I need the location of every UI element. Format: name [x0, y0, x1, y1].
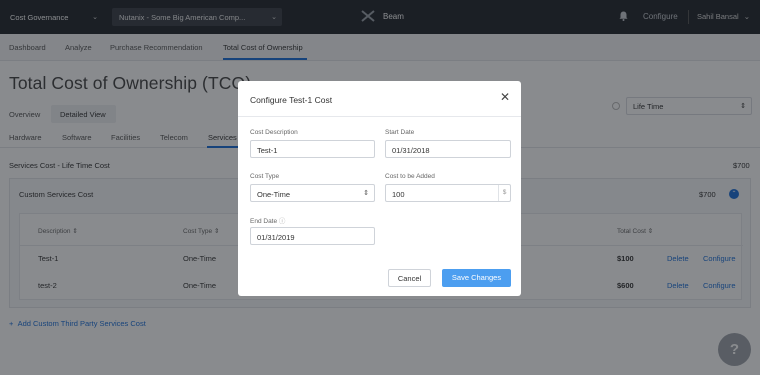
- start-date-label: Start Date: [385, 129, 415, 136]
- cost-description-input[interactable]: Test-1: [250, 140, 375, 158]
- cost-to-add-input[interactable]: 100 $: [385, 184, 511, 202]
- close-icon[interactable]: ✕: [500, 90, 510, 104]
- cost-type-label: Cost Type: [250, 173, 280, 180]
- cost-type-select[interactable]: One-Time ⇕: [250, 184, 375, 202]
- cost-to-add-value: 100: [392, 190, 405, 199]
- currency-unit: $: [498, 185, 510, 201]
- end-date-value: 01/31/2019: [257, 233, 295, 242]
- cancel-button[interactable]: Cancel: [388, 269, 431, 287]
- cost-description-value: Test-1: [257, 146, 278, 155]
- info-icon: ⓘ: [278, 218, 286, 225]
- configure-cost-modal: Configure Test-1 Cost ✕ Cost Description…: [238, 81, 521, 296]
- chevron-updown-icon: ⇕: [363, 190, 369, 197]
- modal-title: Configure Test-1 Cost: [250, 95, 333, 105]
- save-changes-button[interactable]: Save Changes: [442, 269, 511, 287]
- start-date-value: 01/31/2018: [392, 146, 430, 155]
- end-date-label: End Date ⓘ: [250, 218, 286, 225]
- cost-type-value: One-Time: [257, 190, 291, 199]
- cost-description-label: Cost Description: [250, 129, 298, 136]
- end-date-input[interactable]: 01/31/2019: [250, 227, 375, 245]
- modal-header-divider: [238, 116, 521, 117]
- cost-to-add-label: Cost to be Added: [385, 173, 435, 180]
- start-date-input[interactable]: 01/31/2018: [385, 140, 511, 158]
